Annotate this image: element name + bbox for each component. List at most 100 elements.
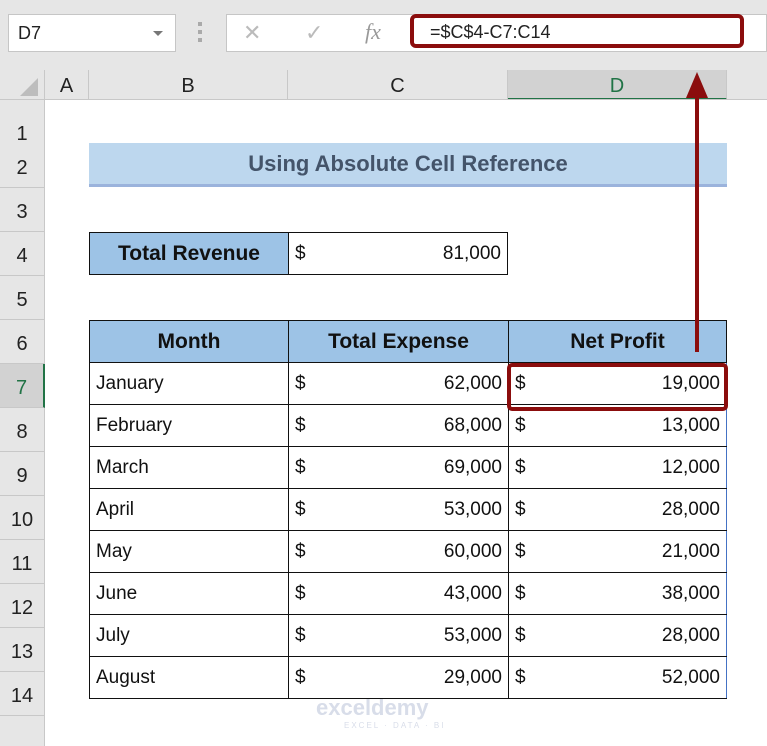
- month-value: April: [96, 498, 135, 520]
- column-header-c[interactable]: C: [288, 70, 508, 100]
- month-value: May: [96, 540, 132, 562]
- currency-symbol: $: [515, 498, 526, 520]
- watermark: exceldemy EXCEL · DATA · BI: [316, 695, 445, 730]
- month-cell[interactable]: May: [89, 530, 289, 573]
- currency-symbol: $: [515, 582, 526, 604]
- table-row: May $60,000 $21,000: [89, 530, 727, 573]
- month-cell[interactable]: June: [89, 572, 289, 615]
- month-cell[interactable]: April: [89, 488, 289, 531]
- currency-symbol: $: [515, 540, 526, 562]
- profit-cell[interactable]: $38,000: [508, 572, 727, 615]
- month-cell[interactable]: February: [89, 404, 289, 447]
- name-box[interactable]: D7: [8, 14, 176, 52]
- currency-symbol: $: [295, 624, 306, 646]
- formula-text: =$C$4-C7:C14: [430, 22, 551, 42]
- expense-cell[interactable]: $29,000: [288, 656, 509, 699]
- currency-symbol: $: [295, 498, 306, 520]
- month-value: January: [96, 372, 164, 394]
- expense-cell[interactable]: $69,000: [288, 446, 509, 489]
- expense-value: 69,000: [443, 456, 502, 478]
- table-row: June $43,000 $38,000: [89, 572, 727, 615]
- watermark-tagline: EXCEL · DATA · BI: [344, 721, 446, 730]
- currency-symbol: $: [295, 372, 306, 394]
- watermark-name: exceldemy: [316, 695, 429, 720]
- currency-symbol: $: [295, 456, 306, 478]
- expense-value: 29,000: [443, 666, 502, 688]
- profit-cell[interactable]: $28,000: [508, 614, 727, 657]
- check-icon[interactable]: ✓: [305, 20, 323, 46]
- profit-value: 21,000: [661, 540, 720, 562]
- table-row: August $29,000 $52,000: [89, 656, 727, 699]
- profit-cell[interactable]: $12,000: [508, 446, 727, 489]
- row-header-13[interactable]: 13: [0, 628, 45, 672]
- currency-symbol: $: [515, 414, 526, 436]
- expense-cell[interactable]: $62,000: [288, 362, 509, 405]
- row-header-2[interactable]: 2: [0, 144, 45, 188]
- header-net-profit[interactable]: Net Profit: [508, 320, 727, 363]
- month-value: August: [96, 666, 156, 688]
- expense-cell[interactable]: $43,000: [288, 572, 509, 615]
- cancel-icon[interactable]: ✕: [243, 20, 261, 46]
- column-header-b[interactable]: B: [89, 70, 288, 100]
- expense-value: 60,000: [443, 540, 502, 562]
- sheet-title: Using Absolute Cell Reference: [89, 143, 727, 187]
- profit-value: 12,000: [661, 456, 720, 478]
- revenue-cell[interactable]: $81,000: [288, 232, 508, 275]
- row-header-8[interactable]: 8: [0, 408, 45, 452]
- row-header-filler: [0, 716, 45, 746]
- header-month[interactable]: Month: [89, 320, 289, 363]
- currency-symbol: $: [295, 414, 306, 436]
- expense-cell[interactable]: $53,000: [288, 488, 509, 531]
- header-total-expense[interactable]: Total Expense: [288, 320, 509, 363]
- row-header-12[interactable]: 12: [0, 584, 45, 628]
- row-header-7[interactable]: 7: [0, 364, 45, 408]
- selected-cell-highlight: [507, 363, 728, 411]
- annotation-arrow: [695, 88, 699, 352]
- expense-cell[interactable]: $60,000: [288, 530, 509, 573]
- select-all-button[interactable]: [0, 70, 45, 100]
- formula-bar-area: D7 ✕ ✓ fx =$C$4-C7:C14 A B C D: [0, 0, 767, 100]
- table-row: April $53,000 $28,000: [89, 488, 727, 531]
- month-value: July: [96, 624, 130, 646]
- row-header-11[interactable]: 11: [0, 540, 45, 584]
- row-header-6[interactable]: 6: [0, 320, 45, 364]
- currency-symbol: $: [515, 666, 526, 688]
- currency-symbol: $: [515, 456, 526, 478]
- row-header-10[interactable]: 10: [0, 496, 45, 540]
- month-value: June: [96, 582, 138, 604]
- arrow-up-icon: [686, 72, 708, 98]
- row-header-3[interactable]: 3: [0, 188, 45, 232]
- month-value: March: [96, 456, 149, 478]
- currency-symbol: $: [295, 666, 306, 688]
- drag-handle-icon[interactable]: [198, 22, 202, 44]
- formula-input[interactable]: =$C$4-C7:C14: [410, 14, 744, 48]
- name-box-value: D7: [18, 23, 42, 43]
- expense-value: 43,000: [443, 582, 502, 604]
- profit-cell[interactable]: $28,000: [508, 488, 727, 531]
- revenue-label[interactable]: Total Revenue: [89, 232, 289, 275]
- currency-symbol: $: [295, 582, 306, 604]
- row-header-4[interactable]: 4: [0, 232, 45, 276]
- month-cell[interactable]: August: [89, 656, 289, 699]
- revenue-value: 81,000: [442, 242, 501, 264]
- currency-symbol: $: [295, 540, 306, 562]
- column-header-a[interactable]: A: [45, 70, 89, 100]
- profit-cell[interactable]: $52,000: [508, 656, 727, 699]
- month-cell[interactable]: July: [89, 614, 289, 657]
- expense-value: 68,000: [443, 414, 502, 436]
- expense-cell[interactable]: $53,000: [288, 614, 509, 657]
- row-header-14[interactable]: 14: [0, 672, 45, 716]
- table-row: March $69,000 $12,000: [89, 446, 727, 489]
- profit-cell[interactable]: $21,000: [508, 530, 727, 573]
- fx-icon[interactable]: fx: [365, 19, 381, 45]
- expense-value: 53,000: [443, 498, 502, 520]
- chevron-down-icon[interactable]: [153, 31, 163, 36]
- table-row: July $53,000 $28,000: [89, 614, 727, 657]
- expense-cell[interactable]: $68,000: [288, 404, 509, 447]
- month-cell[interactable]: January: [89, 362, 289, 405]
- month-cell[interactable]: March: [89, 446, 289, 489]
- row-header-9[interactable]: 9: [0, 452, 45, 496]
- currency-symbol: $: [515, 624, 526, 646]
- profit-value: 28,000: [661, 624, 720, 646]
- row-header-5[interactable]: 5: [0, 276, 45, 320]
